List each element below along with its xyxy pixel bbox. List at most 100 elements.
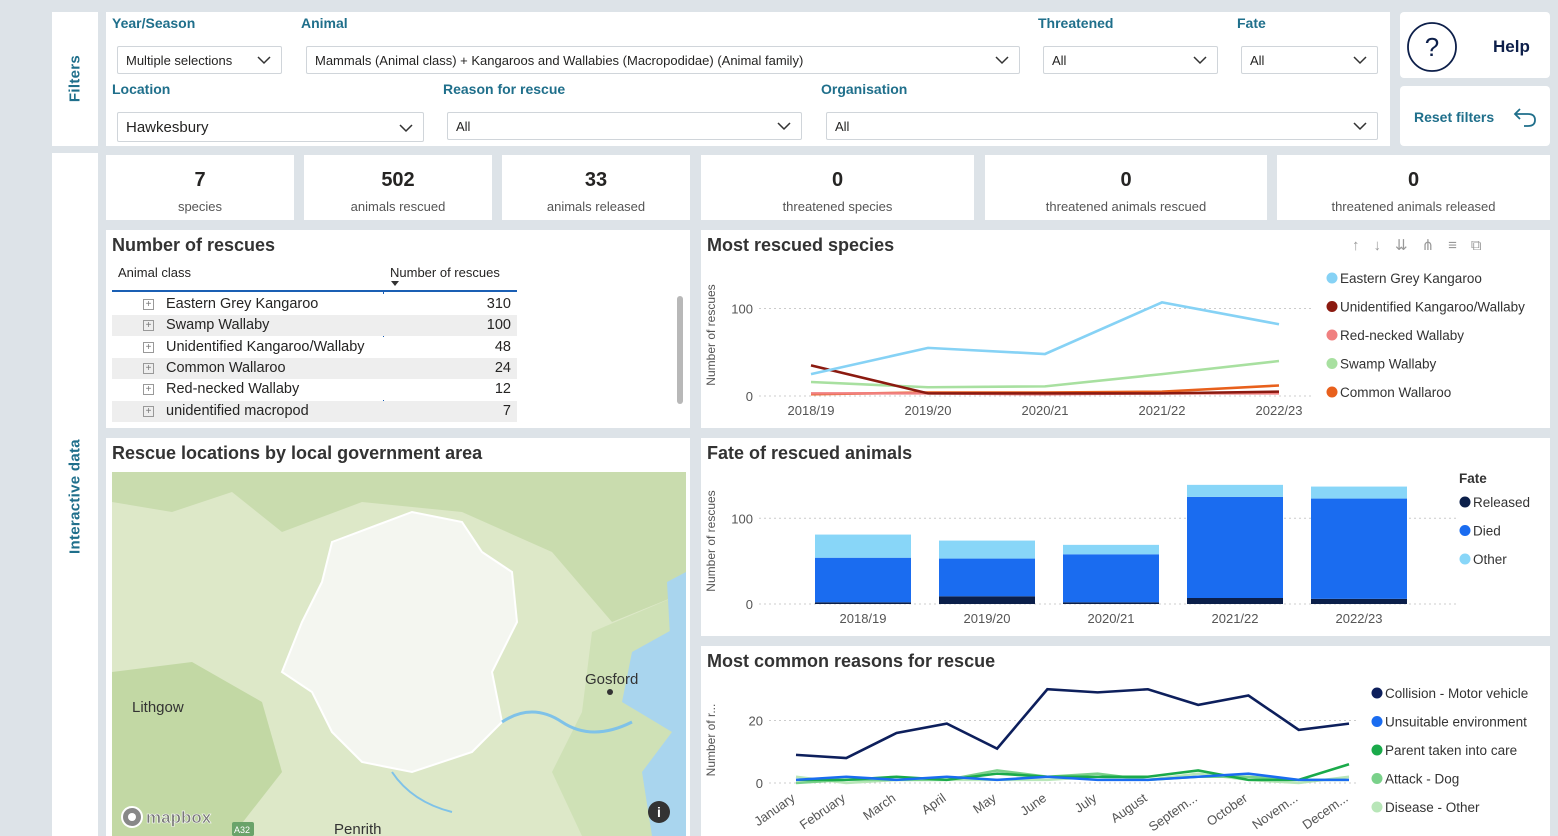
- undo-arrow-icon: [1513, 108, 1536, 127]
- x-tick-label: 2019/20: [905, 403, 952, 418]
- map-label-gosford: Gosford: [585, 671, 638, 688]
- expand-plus-icon[interactable]: +: [143, 341, 154, 353]
- column-header-animal-class[interactable]: Animal class: [118, 265, 191, 280]
- kpi-card-threatened-rescued: 0 threatened animals rescued: [985, 155, 1267, 220]
- reasons-chart-title: Most common reasons for rescue: [707, 651, 996, 671]
- table-scrollbar[interactable]: [677, 296, 683, 404]
- legend-label: Swamp Wallaby: [1340, 357, 1437, 372]
- location-value: Hawkesbury: [126, 118, 209, 136]
- chevron-down-icon: [399, 124, 413, 133]
- x-tick-label: 2021/22: [1139, 403, 1186, 418]
- expand-plus-icon[interactable]: +: [143, 320, 154, 332]
- map-canvas[interactable]: Gosford Lithgow Penrith A32 mapbox i: [112, 472, 686, 836]
- legend-label: Parent taken into care: [1385, 743, 1517, 758]
- organisation-dropdown[interactable]: All: [826, 112, 1378, 140]
- filter-icon[interactable]: ≡: [1448, 237, 1471, 254]
- row-animal-name: Red-necked Wallaby: [166, 381, 300, 398]
- y-tick-label: 100: [731, 511, 753, 526]
- chevron-down-icon: [777, 122, 791, 131]
- legend-label: Eastern Grey Kangaroo: [1340, 271, 1482, 286]
- chevron-down-icon: [995, 56, 1009, 65]
- kpi-value: 0: [1407, 169, 1420, 191]
- x-tick-label: Decem...: [1300, 790, 1351, 832]
- legend-marker: [1326, 386, 1338, 398]
- location-dropdown[interactable]: Hawkesbury: [117, 112, 424, 142]
- expand-plus-icon[interactable]: +: [143, 405, 154, 417]
- kpi-card-animals-released: 33 animals released: [502, 155, 690, 220]
- x-tick-label: 2018/19: [840, 611, 887, 626]
- legend-marker: [1326, 329, 1338, 341]
- kpi-card-animals-rescued: 502 animals rescued: [304, 155, 492, 220]
- row-animal-name: unidentified macropod: [166, 402, 309, 419]
- fate-dropdown[interactable]: All: [1241, 46, 1378, 74]
- row-rescue-count: 310: [486, 296, 511, 312]
- year-season-value: Multiple selections: [126, 52, 233, 68]
- row-rescue-count: 24: [494, 359, 511, 376]
- bar-segment: [939, 540, 1035, 559]
- x-tick-label: 2022/23: [1256, 403, 1303, 418]
- reset-filters-button[interactable]: Reset filters: [1400, 86, 1550, 146]
- x-tick-label: 2018/19: [788, 403, 835, 418]
- help-label: Help: [1493, 37, 1530, 56]
- kpi-card-threatened-species: 0 threatened species: [701, 155, 974, 220]
- table-row[interactable]: + unidentified macropod 7: [112, 400, 517, 422]
- x-tick-label: April: [919, 790, 949, 817]
- legend-label: Died: [1473, 524, 1501, 539]
- filters-section-label: Filters: [66, 54, 84, 103]
- bar-segment: [1311, 598, 1407, 604]
- expand-all-icon[interactable]: ⇊: [1395, 237, 1422, 254]
- kpi-label: animals rescued: [350, 199, 446, 214]
- x-tick-label: August: [1108, 790, 1150, 826]
- table-row[interactable]: + Swamp Wallaby 100: [112, 315, 517, 337]
- table-row[interactable]: + Red-necked Wallaby 12: [112, 379, 517, 401]
- bar-segment: [815, 534, 911, 558]
- legend-label: Attack - Dog: [1385, 772, 1459, 787]
- reason-dropdown[interactable]: All: [447, 112, 802, 140]
- animal-dropdown[interactable]: Mammals (Animal class) + Kangaroos and W…: [306, 46, 1020, 74]
- x-tick-label: October: [1204, 790, 1251, 829]
- column-header-number-of-rescues[interactable]: Number of rescues: [390, 265, 500, 280]
- table-row[interactable]: + Common Wallaroo 24: [112, 357, 517, 379]
- map-road-label: A32: [234, 825, 250, 835]
- help-button[interactable]: ? Help: [1400, 12, 1550, 78]
- chevron-down-icon: [257, 56, 271, 65]
- expand-plus-icon[interactable]: +: [143, 299, 154, 310]
- expand-plus-icon[interactable]: +: [143, 362, 154, 374]
- legend-marker: [1371, 773, 1383, 784]
- expand-plus-icon[interactable]: +: [143, 384, 154, 396]
- legend-title: Fate: [1459, 471, 1487, 486]
- map-info-icon[interactable]: i: [648, 801, 670, 823]
- legend-marker: [1371, 744, 1383, 756]
- x-tick-label: February: [797, 790, 849, 832]
- x-tick-label: 2020/21: [1088, 611, 1135, 626]
- drill-down-icon[interactable]: ↓: [1374, 237, 1396, 254]
- species-line-chart: 0 100 Number of rescues 2018/19 2019/20 2020/…: [704, 271, 1525, 418]
- x-tick-label: March: [860, 790, 898, 823]
- svg-text:?: ?: [1425, 32, 1439, 62]
- x-tick-label: May: [970, 790, 999, 817]
- bar-segment: [1311, 498, 1407, 599]
- x-tick-label: 2019/20: [964, 611, 1011, 626]
- kpi-label: threatened animals released: [1331, 199, 1496, 214]
- interactive-section-label: Interactive data: [66, 439, 84, 554]
- chevron-down-icon: [1353, 122, 1367, 131]
- row-rescue-count: 7: [502, 402, 511, 419]
- kpi-value: 7: [194, 169, 206, 191]
- threatened-value: All: [1052, 52, 1067, 68]
- focus-mode-icon[interactable]: ⧉: [1471, 237, 1496, 254]
- hierarchy-icon[interactable]: ⋔: [1422, 237, 1449, 254]
- y-axis-label: Number of r...: [704, 704, 718, 777]
- help-icon: ?: [1407, 22, 1457, 72]
- chevron-down-icon: [1193, 56, 1207, 65]
- drill-up-icon[interactable]: ↑: [1352, 237, 1374, 254]
- x-tick-label: 2021/22: [1212, 611, 1259, 626]
- threatened-dropdown[interactable]: All: [1043, 46, 1218, 74]
- kpi-value: 33: [584, 169, 608, 191]
- map-title: Rescue locations by local government are…: [112, 443, 483, 463]
- table-row[interactable]: + Eastern Grey Kangaroo 310: [112, 294, 517, 315]
- table-row[interactable]: + Unidentified Kangaroo/Wallaby 48: [112, 336, 517, 358]
- legend-marker: [1459, 525, 1471, 536]
- map-zone-polygon: [607, 689, 613, 695]
- x-tick-label: Septem...: [1146, 790, 1200, 834]
- year-season-dropdown[interactable]: Multiple selections: [117, 46, 282, 74]
